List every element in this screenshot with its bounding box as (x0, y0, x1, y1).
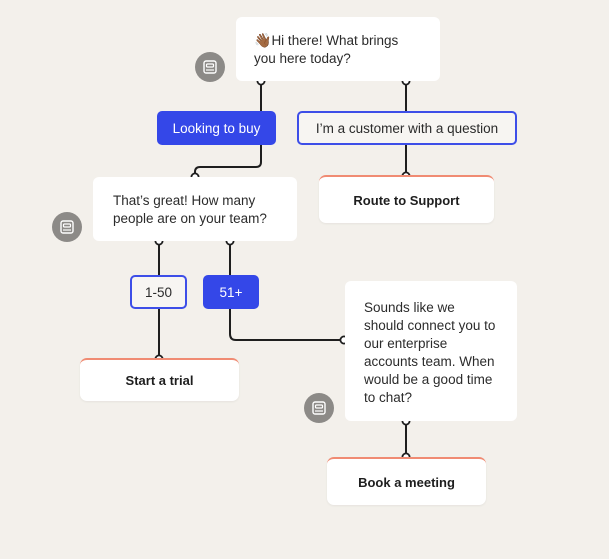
enterprise-message[interactable]: Sounds like we should connect you to our… (345, 281, 517, 421)
choice-team-51-plus[interactable]: 51+ (203, 275, 259, 309)
action-label: Route to Support (353, 192, 460, 208)
choice-team-1-50[interactable]: 1-50 (130, 275, 187, 309)
edge-large-to-enterprise (229, 309, 344, 341)
bot-avatar-icon (304, 393, 334, 423)
action-label: Book a meeting (358, 474, 455, 490)
bot-avatar-icon (52, 212, 82, 242)
choice-label: 1-50 (144, 284, 173, 300)
choice-label: I’m a customer with a question (315, 120, 499, 136)
choice-label: Looking to buy (172, 120, 261, 136)
question-text: That’s great! How many people are on you… (113, 193, 267, 226)
greeting-text: Hi there! What brings you here today? (254, 33, 399, 66)
action-label: Start a trial (125, 373, 194, 388)
choice-customer-question[interactable]: I’m a customer with a question (297, 111, 517, 145)
edge-buy-to-team (194, 145, 262, 177)
team-size-question[interactable]: That’s great! How many people are on you… (93, 177, 297, 241)
enterprise-text: Sounds like we should connect you to our… (364, 300, 496, 405)
action-book-meeting[interactable]: Book a meeting (327, 457, 486, 505)
bot-avatar-icon (195, 52, 225, 82)
choice-looking-to-buy[interactable]: Looking to buy (157, 111, 276, 145)
greeting-message[interactable]: 👋🏾Hi there! What brings you here today? (236, 17, 440, 81)
action-route-to-support[interactable]: Route to Support (319, 175, 494, 223)
connector-layer (154, 76, 411, 462)
action-start-trial[interactable]: Start a trial (80, 358, 239, 401)
choice-label: 51+ (219, 284, 243, 300)
waving-hand-icon: 👋🏾 (254, 32, 272, 48)
